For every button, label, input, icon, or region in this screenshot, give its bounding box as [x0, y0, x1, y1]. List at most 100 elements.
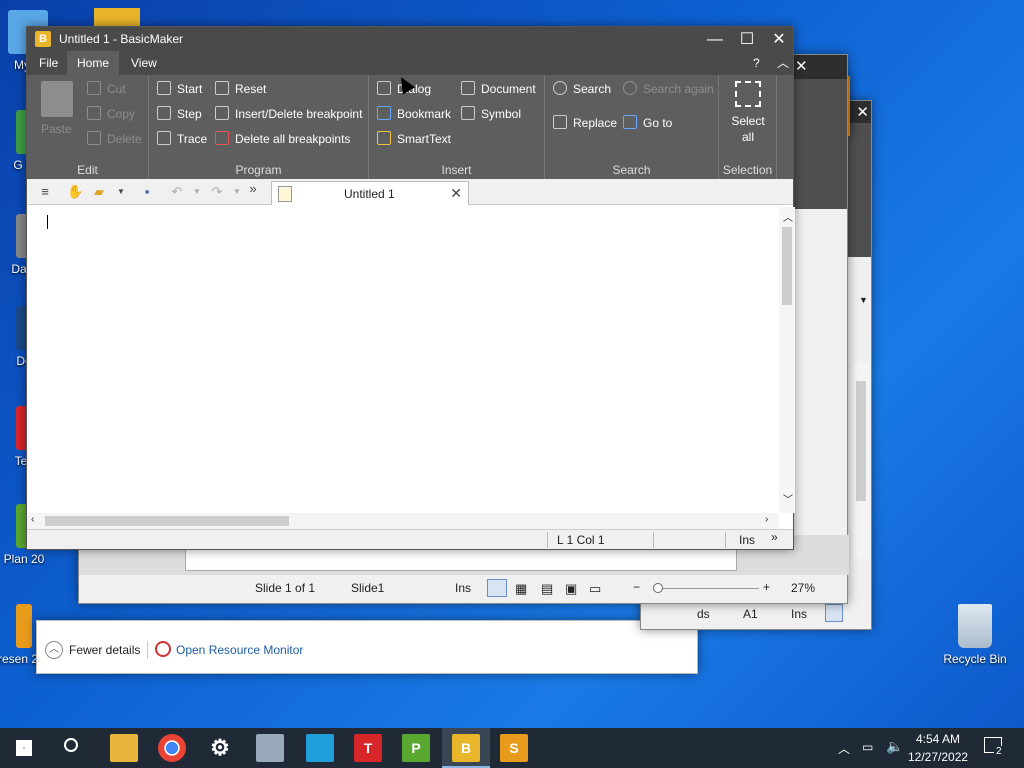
chevron-down-icon[interactable]: ▼: [113, 184, 129, 200]
view-normal-icon[interactable]: [825, 604, 843, 622]
step-label: Step: [177, 107, 202, 121]
chevron-up-icon[interactable]: ︿: [45, 641, 63, 659]
undo-icon[interactable]: ↶: [169, 184, 185, 200]
status-mode[interactable]: Ins: [739, 533, 755, 547]
volume-icon[interactable]: 🔈: [886, 738, 903, 755]
scrollbar-thumb[interactable]: [782, 227, 792, 305]
menu-icon[interactable]: ≡: [37, 184, 53, 200]
chevron-up-icon[interactable]: ︿: [838, 740, 850, 757]
chevron-down-icon[interactable]: ▼: [229, 184, 245, 200]
chrome-icon[interactable]: [158, 734, 186, 762]
file-explorer-icon[interactable]: [110, 734, 138, 762]
fewer-details-link[interactable]: Fewer details: [69, 643, 140, 657]
paste-button[interactable]: Paste: [41, 121, 72, 137]
horizontal-scrollbar[interactable]: ‹ ›: [27, 513, 779, 529]
trace-button[interactable]: Trace: [157, 131, 207, 147]
maximize-icon[interactable]: ☐: [731, 27, 763, 53]
replace-button[interactable]: Replace: [553, 115, 617, 131]
scroll-down-icon[interactable]: ﹀: [783, 491, 793, 506]
scrollbar-thumb[interactable]: [856, 381, 866, 501]
planmaker-icon[interactable]: P: [402, 734, 430, 762]
menu-file[interactable]: File: [29, 51, 68, 75]
scroll-right-icon[interactable]: ›: [765, 514, 768, 525]
collapse-ribbon-icon[interactable]: ︿: [767, 51, 799, 75]
slideshow-icon[interactable]: ▭: [589, 581, 601, 597]
notification-count: 2: [994, 746, 1004, 757]
search-again-button[interactable]: Search again: [623, 81, 714, 97]
menu-view[interactable]: View: [121, 51, 167, 75]
cut-button[interactable]: Cut: [87, 81, 126, 97]
open-resource-monitor-link[interactable]: Open Resource Monitor: [176, 643, 303, 657]
zoom-level[interactable]: 27%: [791, 581, 815, 595]
insert-breakpoint-button[interactable]: Insert/Delete breakpoint: [215, 106, 362, 122]
search-icon[interactable]: [64, 738, 78, 752]
status-divider: [653, 532, 654, 548]
scroll-left-icon[interactable]: ‹: [31, 514, 34, 525]
start-icon: [157, 81, 171, 95]
recycle-bin[interactable]: Recycle Bin: [937, 604, 1013, 666]
copy-button[interactable]: Copy: [87, 106, 135, 122]
select-all-button[interactable]: Select all: [725, 113, 771, 145]
textmaker-icon[interactable]: T: [354, 734, 382, 762]
start-button[interactable]: Start: [157, 81, 202, 97]
presentations-icon[interactable]: S: [500, 734, 528, 762]
zoom-slider-thumb[interactable]: [653, 583, 663, 593]
close-icon[interactable]: ✕: [856, 103, 869, 121]
reset-button[interactable]: Reset: [215, 81, 266, 97]
scroll-up-icon[interactable]: ︿: [783, 209, 793, 224]
goto-button[interactable]: Go to: [623, 115, 672, 131]
smarttext-button[interactable]: SmartText: [377, 131, 451, 147]
network-icon[interactable]: ▭: [862, 740, 873, 754]
bookmark-button[interactable]: Bookmark: [377, 106, 451, 122]
delete-breakpoints-button[interactable]: Delete all breakpoints: [215, 131, 350, 147]
view-notes-icon[interactable]: ▣: [565, 581, 577, 597]
document-button[interactable]: Document: [461, 81, 536, 97]
document-tab[interactable]: Untitled 1 ✕: [271, 181, 469, 205]
close-icon[interactable]: ✕: [763, 27, 795, 53]
clock-date[interactable]: 12/27/2022: [908, 750, 968, 764]
basicmaker-icon[interactable]: B: [452, 734, 480, 762]
close-tab-icon[interactable]: ✕: [450, 185, 462, 202]
reset-icon: [215, 81, 229, 95]
vertical-scrollbar[interactable]: ︿ ﹀: [779, 207, 795, 513]
slide-status-ins: Ins: [455, 581, 472, 595]
hand-icon[interactable]: ✋: [67, 184, 83, 200]
step-button[interactable]: Step: [157, 106, 202, 122]
document-tab-title: Untitled 1: [344, 187, 395, 201]
redo-icon[interactable]: ↷: [209, 184, 225, 200]
overflow-icon[interactable]: »: [245, 181, 261, 197]
help-icon[interactable]: ?: [743, 51, 770, 75]
menu-home[interactable]: Home: [67, 51, 120, 75]
scrollbar-thumb[interactable]: [45, 516, 289, 526]
select-all-icon: [735, 81, 761, 107]
open-folder-icon[interactable]: ▰: [91, 184, 107, 200]
view-normal-icon[interactable]: [487, 579, 507, 597]
smarttext-icon: [377, 131, 391, 145]
view-outline-icon[interactable]: ▤: [541, 581, 553, 597]
sheet-status-ds: ds: [697, 607, 710, 621]
image-viewer-icon[interactable]: [256, 734, 284, 762]
save-icon[interactable]: ▪: [139, 184, 155, 200]
zoom-slider[interactable]: [653, 588, 759, 589]
zoom-in-icon[interactable]: +: [763, 580, 770, 594]
dropdown-arrow-icon[interactable]: ▼: [859, 295, 868, 305]
view-sorter-icon[interactable]: ▦: [515, 581, 527, 597]
clock-time[interactable]: 4:54 AM: [916, 732, 960, 746]
delete-button[interactable]: Delete: [87, 131, 142, 147]
minimize-icon[interactable]: —: [699, 27, 731, 53]
search-button[interactable]: Search: [553, 81, 611, 97]
zoom-out-icon[interactable]: −: [633, 580, 640, 594]
overflow-icon[interactable]: »: [771, 530, 778, 544]
status-divider: [725, 532, 726, 548]
remote-app-icon[interactable]: [306, 734, 334, 762]
trace-icon: [157, 131, 171, 145]
settings-gear-icon[interactable]: ⚙: [206, 734, 234, 762]
symbol-button[interactable]: Symbol: [461, 106, 521, 122]
start-windows-icon[interactable]: [16, 740, 32, 756]
window-title: Untitled 1 - BasicMaker: [59, 32, 184, 46]
code-editor[interactable]: [27, 207, 781, 513]
chevron-down-icon[interactable]: ▼: [189, 184, 205, 200]
desktop-icon-basicmaker-partial[interactable]: [94, 8, 140, 28]
step-icon: [157, 106, 171, 120]
recycle-bin-icon: [958, 604, 992, 648]
